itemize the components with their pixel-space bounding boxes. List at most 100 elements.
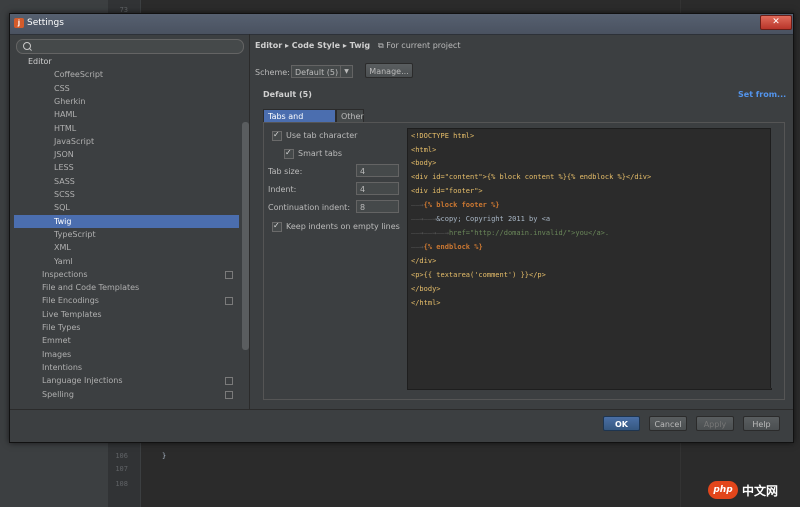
smart-tabs-checkbox[interactable]: Smart tabs xyxy=(284,147,342,159)
scheme-label: Scheme: xyxy=(255,68,290,77)
tree-item-gherkin[interactable]: Gherkin xyxy=(14,95,239,108)
tree-item-inspections[interactable]: Inspections xyxy=(14,268,239,281)
title-bar[interactable]: j Settings ✕ xyxy=(10,14,793,35)
tree-item-spelling[interactable]: Spelling xyxy=(14,388,239,401)
tree-item-yaml[interactable]: Yaml xyxy=(14,255,239,268)
tab-size-field[interactable]: 4 xyxy=(356,164,399,177)
tree-item-haml[interactable]: HAML xyxy=(14,108,239,121)
code-line: <div id="footer"> xyxy=(411,187,483,195)
project-scope-icon xyxy=(225,390,233,399)
tree-item-images[interactable]: Images xyxy=(14,348,239,361)
set-from-link[interactable]: Set from... xyxy=(738,90,786,99)
tree-item-label: CSS xyxy=(54,83,70,93)
indent-field[interactable]: 4 xyxy=(356,182,399,195)
tree-item-label: JSON xyxy=(54,150,74,160)
tree-item-label: Gherkin xyxy=(54,96,86,106)
tree-item-label: Emmet xyxy=(42,336,71,346)
code-line: </div> xyxy=(411,257,437,265)
line-number: 107 xyxy=(115,465,128,473)
tree-item-label: File Types xyxy=(42,323,81,332)
tree-item-editor[interactable]: Editor xyxy=(14,55,239,68)
tree-item-language-injections[interactable]: Language Injections xyxy=(14,374,239,387)
use-tab-character-label: Use tab character xyxy=(286,131,358,140)
background-code-line: } xyxy=(162,452,167,460)
indent-label: Indent: xyxy=(268,185,297,194)
ok-button[interactable]: OK xyxy=(603,416,640,431)
tree-item-intentions[interactable]: Intentions xyxy=(14,361,239,374)
tree-item-typescript[interactable]: TypeScript xyxy=(14,228,239,241)
code-line: <body> xyxy=(411,159,437,167)
tree-item-label: SASS xyxy=(54,176,75,186)
tree-item-label: Twig xyxy=(54,216,72,226)
tree-item-live-templates[interactable]: Live Templates xyxy=(14,308,239,321)
window-title: Settings xyxy=(27,18,64,28)
tab-tabs-and-indents[interactable]: Tabs and Indents xyxy=(263,109,336,134)
checkbox-checked-icon xyxy=(272,220,282,232)
tree-item-css[interactable]: CSS xyxy=(14,82,239,95)
line-number: 106 xyxy=(115,452,128,460)
continuation-indent-field[interactable]: 8 xyxy=(356,200,399,213)
tree-item-sass[interactable]: SASS xyxy=(14,175,239,188)
tree-item-label: Inspections xyxy=(42,269,88,279)
code-line: </body> xyxy=(411,285,441,293)
project-scope-text: For current project xyxy=(386,41,461,50)
project-scope-icon xyxy=(225,297,233,306)
tree-item-html[interactable]: HTML xyxy=(14,122,239,135)
tree-item-label: JavaScript xyxy=(54,136,95,146)
project-scope-label: ⧉ For current project xyxy=(373,41,461,50)
watermark-logo: php xyxy=(708,481,738,499)
tree-item-xml[interactable]: XML xyxy=(14,241,239,254)
breadcrumb: Editor ▸ Code Style ▸ Twig ⧉ For current… xyxy=(255,41,460,51)
tree-item-coffeescript[interactable]: CoffeeScript xyxy=(14,68,239,81)
code-line: <div id="content">{% block content %}{% … xyxy=(411,173,652,181)
keep-indents-label: Keep indents on empty lines xyxy=(286,222,400,231)
keep-indents-checkbox[interactable]: Keep indents on empty lines xyxy=(272,220,400,232)
tree-item-json[interactable]: JSON xyxy=(14,148,239,161)
tree-item-label: Intentions xyxy=(42,362,83,372)
tree-item-file-and-code-templates[interactable]: File and Code Templates xyxy=(14,281,239,294)
splitter[interactable] xyxy=(249,34,250,410)
tree-item-label: CoffeeScript xyxy=(54,70,104,80)
tab-other[interactable]: Other xyxy=(336,109,364,122)
tree-item-label: XML xyxy=(54,243,71,253)
tab-size-label: Tab size: xyxy=(268,167,303,176)
close-button[interactable]: ✕ xyxy=(760,15,792,30)
help-button[interactable]: Help xyxy=(743,416,780,431)
tree-item-file-types[interactable]: File Types xyxy=(14,321,239,334)
tree-item-scss[interactable]: SCSS xyxy=(14,188,239,201)
preview-scrollbar[interactable] xyxy=(770,128,777,388)
apply-button[interactable]: Apply xyxy=(696,416,734,431)
tree-scrollbar[interactable] xyxy=(242,122,249,350)
cancel-button[interactable]: Cancel xyxy=(649,416,687,431)
breadcrumb-path: Editor ▸ Code Style ▸ Twig xyxy=(255,41,371,50)
settings-tree: Editor CoffeeScript CSS Gherkin HAML HTML Java… xyxy=(14,38,249,403)
search-box[interactable] xyxy=(16,39,244,54)
dialog-footer: OK Cancel Apply Help xyxy=(10,409,793,443)
use-tab-character-checkbox[interactable]: Use tab character xyxy=(272,129,358,141)
tree-item-label: Images xyxy=(42,349,72,359)
watermark-text: 中文网 xyxy=(742,484,779,498)
tree-item-sql[interactable]: SQL xyxy=(14,201,239,214)
tree-item-javascript[interactable]: JavaScript xyxy=(14,135,239,148)
tree-item-label: HAML xyxy=(54,110,77,120)
scheme-name: Default (5) xyxy=(263,90,312,99)
search-input[interactable] xyxy=(35,40,235,53)
project-scope-icon xyxy=(225,270,233,279)
tree-item-less[interactable]: LESS xyxy=(14,161,239,174)
tree-item-emmet[interactable]: Emmet xyxy=(14,334,239,347)
tree-item-twig[interactable]: Twig xyxy=(14,214,239,228)
code-line: <html> xyxy=(411,146,437,154)
tree-item-label: HTML xyxy=(54,123,77,133)
tree-item-label: File and Code Templates xyxy=(42,283,140,293)
scheme-select[interactable]: Default (5) ▼ xyxy=(291,65,353,78)
tree-item-label: SQL xyxy=(54,203,70,213)
code-line: ——→{% endblock %} xyxy=(411,243,483,251)
manage-button[interactable]: Manage... xyxy=(365,63,413,78)
code-line: </html> xyxy=(411,299,441,307)
checkbox-checked-icon xyxy=(284,147,294,159)
tree-item-file-encodings[interactable]: File Encodings xyxy=(14,294,239,307)
app-icon: j xyxy=(14,18,24,28)
chevron-down-icon: ▼ xyxy=(340,66,352,77)
code-line: ——→——→&copy; Copyright 2011 by <a xyxy=(411,215,551,223)
code-preview[interactable]: <!DOCTYPE html> <html> <body> <div id="c… xyxy=(407,128,772,390)
